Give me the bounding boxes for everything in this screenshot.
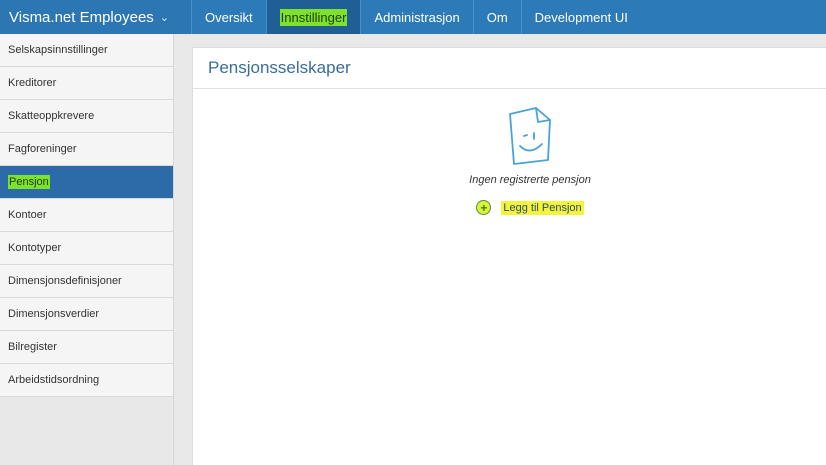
app-title: Visma.net Employees: [9, 8, 154, 26]
sidebar-item-skatteoppkrevere[interactable]: Skatteoppkrevere: [0, 100, 173, 133]
sidebar-item-label: Dimensjonsdefinisjoner: [8, 275, 122, 287]
add-pensjon-button[interactable]: + Legg til Pensjon: [476, 200, 584, 215]
sidebar-item-label: Kontotyper: [8, 242, 62, 254]
empty-message: Ingen registrerte pensjon: [469, 174, 591, 186]
tab-label: Oversikt: [205, 9, 253, 25]
sidebar-item-label: Selskapsinnstillinger: [8, 44, 108, 56]
sidebar-item-label: Kreditorer: [8, 77, 57, 89]
tab-development-ui[interactable]: Development UI: [520, 0, 641, 34]
tab-oversikt[interactable]: Oversikt: [191, 0, 266, 34]
sidebar-item-kontotyper[interactable]: Kontotyper: [0, 232, 173, 265]
app-switcher[interactable]: Visma.net Employees ⌄: [0, 0, 191, 34]
sidebar-item-label: Pensjon: [8, 175, 50, 189]
tab-innstillinger[interactable]: Innstillinger: [265, 0, 361, 34]
sidebar-item-arbeidstidsordning[interactable]: Arbeidstidsordning: [0, 364, 173, 397]
sidebar-item-dimensjonsdefinisjoner[interactable]: Dimensjonsdefinisjoner: [0, 265, 173, 298]
main-panel: Pensjonsselskaper Ingen registrerte pens…: [192, 47, 826, 465]
empty-state: Ingen registrerte pensjon + Legg til Pen…: [193, 104, 826, 215]
sidebar-item-selskapsinnstillinger[interactable]: Selskapsinnstillinger: [0, 34, 173, 67]
sidebar-item-kreditorer[interactable]: Kreditorer: [0, 67, 173, 100]
tab-om[interactable]: Om: [472, 0, 521, 34]
sidebar-item-label: Fagforeninger: [8, 143, 77, 155]
sidebar-item-label: Dimensjonsverdier: [8, 308, 100, 320]
sidebar-item-pensjon[interactable]: Pensjon: [0, 166, 173, 199]
sidebar-item-dimensjonsverdier[interactable]: Dimensjonsverdier: [0, 298, 173, 331]
page-title: Pensjonsselskaper: [193, 48, 826, 89]
tab-label: Innstillinger: [279, 8, 348, 26]
sidebar-item-fagforeninger[interactable]: Fagforeninger: [0, 133, 173, 166]
tab-label: Administrasjon: [374, 9, 460, 25]
settings-sidebar: Selskapsinnstillinger Kreditorer Skatteo…: [0, 34, 174, 465]
chevron-down-icon: ⌄: [159, 11, 170, 24]
plus-circle-icon: +: [476, 200, 492, 215]
tab-label: Development UI: [534, 9, 628, 25]
sidebar-item-label: Bilregister: [8, 341, 57, 353]
sidebar-item-label: Kontoer: [8, 209, 47, 221]
top-navigation: Visma.net Employees ⌄ Oversikt Innstilli…: [0, 0, 826, 34]
sidebar-item-kontoer[interactable]: Kontoer: [0, 199, 173, 232]
tab-label: Om: [486, 9, 508, 25]
sidebar-item-label: Arbeidstidsordning: [8, 374, 100, 386]
empty-document-smiley-icon: [509, 107, 551, 165]
tab-administrasjon[interactable]: Administrasjon: [360, 0, 472, 34]
sidebar-item-bilregister[interactable]: Bilregister: [0, 331, 173, 364]
sidebar-item-label: Skatteoppkrevere: [8, 110, 95, 122]
add-pensjon-label: Legg til Pensjon: [501, 200, 584, 215]
